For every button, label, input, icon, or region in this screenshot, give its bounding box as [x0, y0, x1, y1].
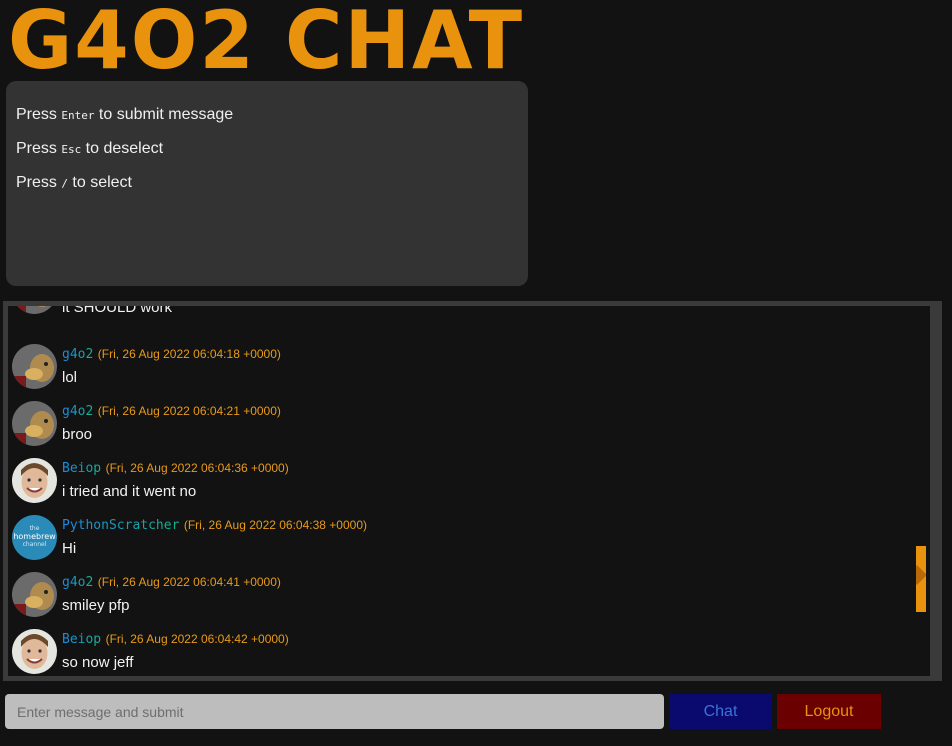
app-title: G4O2 CHAT — [8, 2, 524, 74]
duck-avatar-icon — [12, 306, 57, 314]
chat-send-button[interactable]: Chat — [669, 694, 772, 729]
chat-scrollbar[interactable] — [916, 306, 926, 676]
chat-message: the homebrew channel PythonScratcher (Fr… — [8, 515, 918, 572]
message-meta: Beiop (Fri, 26 Aug 2022 06:04:42 +0000) — [62, 631, 289, 648]
message-text: broo — [62, 426, 93, 443]
help-line-esc: Press Esc to deselect — [16, 139, 518, 173]
message-timestamp: (Fri, 26 Aug 2022 06:04:41 +0000) — [97, 575, 281, 589]
svg-text:homebrew: homebrew — [13, 532, 56, 541]
app-logo: G4O2 CHAT — [8, 2, 528, 74]
help-line-suffix: to select — [67, 174, 132, 191]
chat-message: Beiop (Fri, 26 Aug 2022 06:04:42 +0000) … — [8, 629, 918, 676]
message-text: i tried and it went no — [62, 483, 197, 500]
message-meta: g4o2 (Fri, 26 Aug 2022 06:04:18 +0000) — [62, 346, 281, 363]
help-line-slash: Press / to select — [16, 173, 518, 207]
message-text: smiley pfp — [62, 597, 130, 614]
message-username[interactable]: Beiop — [62, 632, 101, 647]
chat-message: g4o2 (Fri, 26 Aug 2022 06:04:41 +0000) s… — [8, 572, 918, 629]
duck-avatar-icon — [12, 401, 57, 446]
message-username[interactable]: g4o2 — [62, 575, 93, 590]
homebrew-channel-avatar-icon: the homebrew channel — [12, 515, 57, 560]
duck-avatar-icon — [12, 572, 57, 617]
message-timestamp: (Fri, 26 Aug 2022 06:04:36 +0000) — [105, 461, 289, 475]
message-meta: PythonScratcher (Fri, 26 Aug 2022 06:04:… — [62, 517, 367, 534]
logout-button[interactable]: Logout — [777, 694, 881, 729]
message-text: lol — [62, 369, 78, 386]
message-username[interactable]: g4o2 — [62, 404, 93, 419]
message-meta: g4o2 (Fri, 26 Aug 2022 06:04:21 +0000) — [62, 403, 281, 420]
slash-key-label: / — [61, 177, 68, 190]
message-text: it SHOULD work — [62, 306, 173, 316]
message-timestamp: (Fri, 26 Aug 2022 06:04:38 +0000) — [183, 518, 367, 532]
help-line-enter: Press Enter to submit message — [16, 105, 518, 139]
duck-avatar-icon — [12, 344, 57, 389]
message-input[interactable] — [5, 694, 664, 729]
help-line-prefix: Press — [16, 140, 62, 157]
help-line-suffix: to submit message — [94, 106, 234, 123]
chat-message: g4o2 (Fri, 26 Aug 2022 06:04:18 +0000) l… — [8, 344, 918, 401]
chat-message: Beiop (Fri, 26 Aug 2022 06:04:36 +0000) … — [8, 458, 918, 515]
message-text: Hi — [62, 540, 77, 557]
help-line-suffix: to deselect — [81, 140, 164, 157]
message-text: so now jeff — [62, 654, 134, 671]
chat-message: it SHOULD work — [8, 306, 918, 326]
chat-scrollbar-thumb[interactable] — [916, 546, 926, 612]
smiling-man-avatar-icon — [12, 629, 57, 674]
message-timestamp: (Fri, 26 Aug 2022 06:04:21 +0000) — [97, 404, 281, 418]
svg-text:the: the — [30, 525, 40, 532]
message-username[interactable]: Beiop — [62, 461, 101, 476]
chat-log[interactable]: it SHOULD work g4o2 (Fri, 26 Aug 2022 06… — [8, 306, 930, 676]
message-meta: Beiop (Fri, 26 Aug 2022 06:04:36 +0000) — [62, 460, 289, 477]
chat-log-frame: it SHOULD work g4o2 (Fri, 26 Aug 2022 06… — [3, 301, 942, 681]
help-line-prefix: Press — [16, 106, 62, 123]
smiling-man-avatar-icon — [12, 458, 57, 503]
enter-key-label: Enter — [61, 109, 95, 122]
chat-message: g4o2 (Fri, 26 Aug 2022 06:04:21 +0000) b… — [8, 401, 918, 458]
message-username[interactable]: g4o2 — [62, 347, 93, 362]
message-meta: g4o2 (Fri, 26 Aug 2022 06:04:41 +0000) — [62, 574, 281, 591]
help-line-prefix: Press — [16, 174, 62, 191]
keyboard-help-panel: Press Enter to submit message Press Esc … — [6, 81, 528, 286]
message-username[interactable]: PythonScratcher — [62, 518, 179, 533]
message-timestamp: (Fri, 26 Aug 2022 06:04:18 +0000) — [97, 347, 281, 361]
svg-text:channel: channel — [23, 541, 47, 548]
esc-key-label: Esc — [61, 143, 82, 156]
message-timestamp: (Fri, 26 Aug 2022 06:04:42 +0000) — [105, 632, 289, 646]
